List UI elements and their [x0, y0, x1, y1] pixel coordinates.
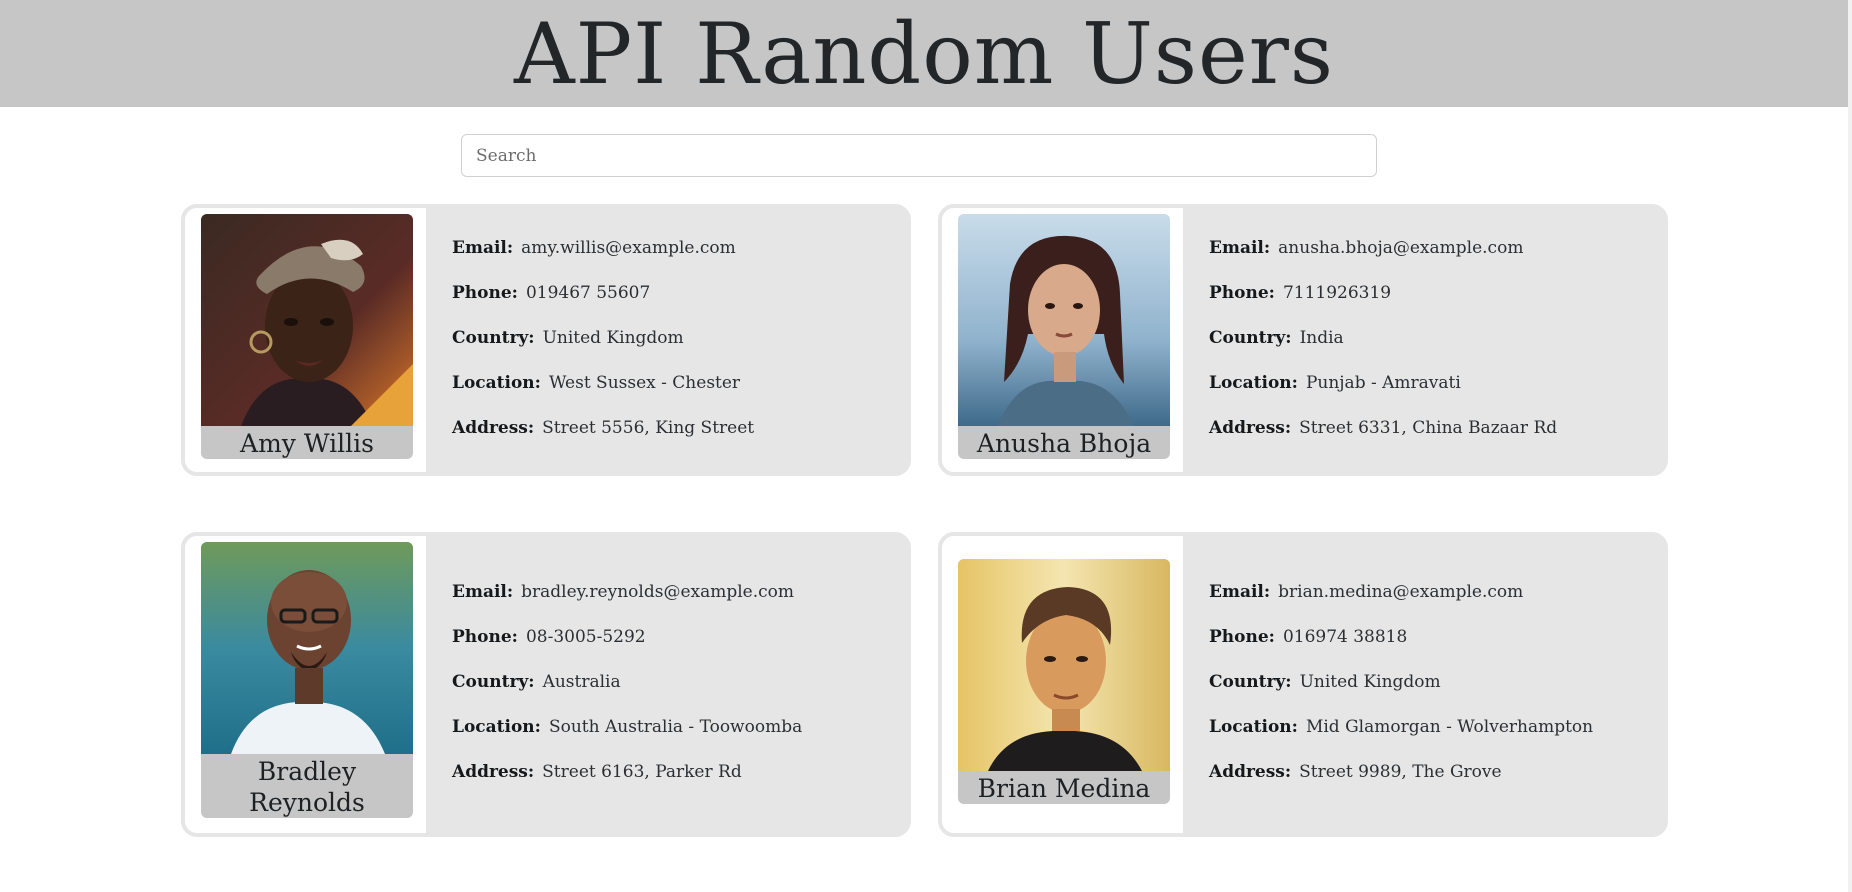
country-row: Country: United Kingdom: [452, 328, 684, 348]
user-details: Email: anusha.bhoja@example.com Phone: 711…: [1209, 238, 1654, 463]
country-row: Country: Australia: [452, 672, 621, 692]
email-value: amy.willis@example.com: [521, 238, 736, 258]
avatar-frame: Brian Medina: [958, 559, 1170, 804]
location-row: Location: South Australia - Toowoomba: [452, 717, 803, 737]
user-card: Anusha Bhoja Email: anusha.bhoja@example.…: [938, 204, 1668, 476]
user-card: Amy Willis Email: amy.willis@example.com …: [181, 204, 911, 476]
user-details: Email: amy.willis@example.com Phone: 01946…: [452, 238, 897, 463]
address-row: Address: Street 5556, King Street: [452, 418, 755, 438]
location-row: Location: West Sussex - Chester: [452, 373, 741, 393]
photo-panel: Anusha Bhoja: [942, 208, 1183, 472]
email-value: brian.medina@example.com: [1278, 582, 1524, 602]
phone-value: 019467 55607: [525, 283, 651, 303]
phone-row: Phone: 019467 55607: [452, 283, 651, 303]
country-value: India: [1299, 328, 1344, 348]
user-details: Email: brian.medina@example.com Phone: 016…: [1209, 582, 1654, 807]
email-value: bradley.reynolds@example.com: [521, 582, 795, 602]
avatar: [958, 214, 1170, 426]
location-value: Mid Glamorgan - Wolverhampton: [1305, 717, 1594, 737]
user-name: Brian Medina: [977, 774, 1151, 803]
avatar: [958, 559, 1170, 771]
photo-panel: Amy Willis: [185, 208, 426, 472]
user-details: Email: bradley.reynolds@example.com Phone…: [452, 582, 897, 807]
photo-panel: Brian Medina: [942, 536, 1183, 833]
phone-row: Phone: 08-3005-5292: [452, 627, 646, 647]
country-row: Country: India: [1209, 328, 1344, 348]
photo-panel: Bradley Reynolds: [185, 536, 426, 833]
scrollbar[interactable]: [1848, 0, 1852, 892]
address-row: Address: Street 6163, Parker Rd: [452, 762, 742, 782]
user-name: Amy Willis: [240, 429, 374, 458]
user-name: Anusha Bhoja: [976, 429, 1152, 458]
phone-value: 7111926319: [1282, 283, 1392, 303]
location-value: South Australia - Toowoomba: [548, 717, 803, 737]
user-card: Bradley Reynolds Email: bradley.reynolds@…: [181, 532, 911, 837]
email-row: Email: anusha.bhoja@example.com: [1209, 238, 1524, 258]
phone-value: 08-3005-5292: [525, 627, 646, 647]
address-row: Address: Street 9989, The Grove: [1209, 762, 1502, 782]
location-value: Punjab - Amravati: [1305, 373, 1461, 393]
location-value: West Sussex - Chester: [548, 373, 741, 393]
user-name: Bradley Reynolds: [249, 757, 365, 817]
phone-value: 016974 38818: [1282, 627, 1408, 647]
country-value: United Kingdom: [1299, 672, 1441, 692]
address-value: Street 6163, Parker Rd: [542, 762, 742, 782]
location-row: Location: Punjab - Amravati: [1209, 373, 1461, 393]
address-value: Street 9989, The Grove: [1299, 762, 1502, 782]
user-card: Brian Medina Email: brian.medina@example.…: [938, 532, 1668, 837]
country-row: Country: United Kingdom: [1209, 672, 1441, 692]
page-title: API Random Users: [514, 5, 1334, 103]
page-header: API Random Users: [0, 0, 1848, 107]
avatar-frame: Bradley Reynolds: [201, 542, 413, 818]
address-value: Street 6331, China Bazaar Rd: [1299, 418, 1558, 438]
avatar-frame: Anusha Bhoja: [958, 214, 1170, 459]
email-row: Email: amy.willis@example.com: [452, 238, 736, 258]
avatar-frame: Amy Willis: [201, 214, 413, 459]
avatar: [201, 214, 413, 426]
location-row: Location: Mid Glamorgan - Wolverhampton: [1209, 717, 1594, 737]
search-input[interactable]: [461, 134, 1377, 177]
phone-row: Phone: 016974 38818: [1209, 627, 1408, 647]
search-bar: [461, 134, 1377, 177]
address-row: Address: Street 6331, China Bazaar Rd: [1209, 418, 1558, 438]
phone-row: Phone: 7111926319: [1209, 283, 1392, 303]
country-value: Australia: [542, 672, 621, 692]
email-row: Email: bradley.reynolds@example.com: [452, 582, 795, 602]
email-row: Email: brian.medina@example.com: [1209, 582, 1524, 602]
country-value: United Kingdom: [542, 328, 684, 348]
email-value: anusha.bhoja@example.com: [1278, 238, 1524, 258]
address-value: Street 5556, King Street: [542, 418, 755, 438]
avatar: [201, 542, 413, 754]
